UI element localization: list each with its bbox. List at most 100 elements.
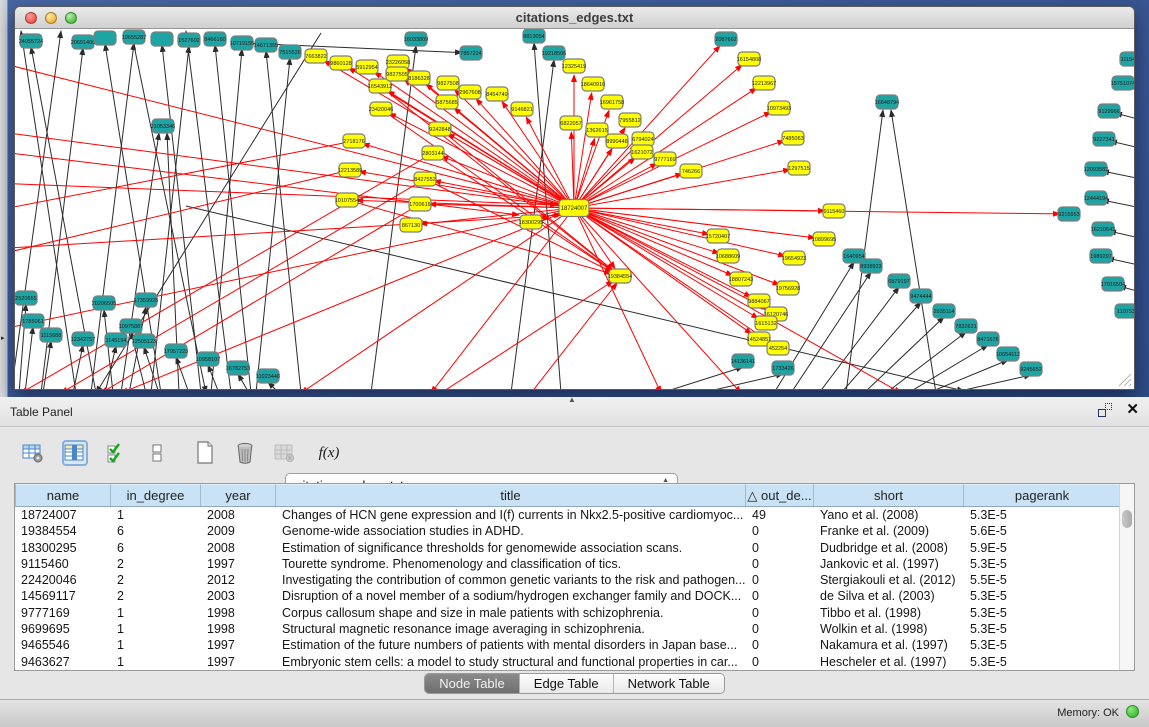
column-header-title[interactable]: title [276,484,746,507]
graph-edge[interactable] [301,208,574,389]
table-row[interactable]: 969969511998Structural magnetic resonanc… [15,621,1119,637]
graph-edge[interactable] [928,360,1008,389]
graph-edge[interactable] [791,272,871,389]
graph-node[interactable]: 1785061 [22,314,44,328]
graph-edge[interactable] [15,215,561,249]
graph-node[interactable]: 867130 [400,218,422,232]
graph-node[interactable]: 10654112 [996,347,1020,361]
graph-node[interactable]: 7832621 [955,319,977,333]
table-row[interactable]: 946554611997Estimation of the future num… [15,637,1119,653]
graph-node[interactable]: 8990448 [606,134,628,148]
graph-node[interactable]: 746266 [680,164,702,178]
memory-status-icon[interactable] [1126,705,1139,718]
graph-node[interactable]: 10107554 [335,193,359,207]
graph-node[interactable]: 8427552 [414,172,436,186]
graph-edge[interactable] [15,141,354,211]
table-row[interactable]: 911546021997Tourette syndrome. Phenomeno… [15,556,1119,572]
graph-edge[interactable] [211,49,242,389]
graph-node[interactable]: 12342757 [71,332,95,346]
graph-node[interactable]: 9215953 [1058,207,1080,221]
table-row[interactable]: 1938455462009Genome-wide association stu… [15,523,1119,539]
graph-edge[interactable] [25,327,33,389]
citation-graph[interactable]: 2405572420691406106552871527602846616010… [15,29,1134,389]
graph-node[interactable]: 11923448 [256,369,280,383]
graph-node[interactable]: 9827505 [386,67,408,81]
graph-node[interactable]: 7485063 [782,131,804,145]
graph-node[interactable]: 2520655 [15,291,37,305]
graph-node[interactable]: 7857224 [460,46,482,60]
select-all-icon[interactable] [104,440,130,466]
graph-node[interactable]: 18640910 [581,77,605,91]
graph-node[interactable]: 16782753 [226,361,250,375]
graph-edge[interactable] [574,141,784,208]
graph-node[interactable]: 6822057 [560,116,582,130]
graph-node[interactable]: 9860128 [330,56,352,70]
graph-node[interactable]: 16210643 [1091,222,1115,236]
graph-node[interactable]: 8466160 [204,32,226,46]
delete-table-icon[interactable] [232,440,258,466]
table-row[interactable]: 946362711997Embryonic stem cells: a mode… [15,654,1119,670]
graph-edge[interactable] [431,208,574,389]
graph-edge[interactable] [381,109,613,271]
graph-node[interactable]: 1115408 [1120,52,1134,66]
tab-node-table[interactable]: Node Table [425,674,519,693]
graph-node[interactable]: 9242848 [429,122,451,136]
graph-edge[interactable] [15,208,574,331]
graph-node[interactable]: 15720407 [706,229,730,243]
graph-node[interactable]: 12444194 [1084,191,1108,205]
float-window-icon[interactable] [1098,403,1112,417]
graph-node[interactable]: 17957223 [164,344,188,358]
graph-node[interactable]: 10719155 [230,36,254,50]
graph-node[interactable]: 16154808 [737,52,761,66]
column-header-year[interactable]: year [201,484,276,507]
graph-node[interactable]: 1615132 [755,316,777,330]
graph-node[interactable]: 9474444 [910,289,932,303]
graph-edge[interactable] [531,283,617,389]
vertical-scrollbar[interactable] [1119,484,1134,670]
graph-node[interactable] [94,31,116,45]
graph-node[interactable]: 1362615 [586,123,608,137]
graph-edge[interactable] [15,170,350,256]
graph-node[interactable]: 1145194 [105,333,127,347]
graph-node[interactable]: 9777169 [654,152,676,166]
graph-node[interactable] [151,32,173,46]
clear-selection-icon[interactable] [144,440,170,466]
graph-node[interactable]: 9129966 [1098,104,1120,118]
graph-node[interactable]: 2803144 [422,146,444,160]
close-panel-icon[interactable]: ✕ [1126,403,1139,417]
graph-edge[interactable] [121,133,159,389]
graph-node[interactable]: 8186328 [408,71,430,85]
hub-node[interactable]: 18724007 [559,200,589,217]
graph-node[interactable]: 1989297 [1090,249,1112,263]
window-titlebar[interactable]: citations_edges.txt [15,7,1134,29]
graph-node[interactable]: 8938923 [860,259,882,273]
graph-edge[interactable] [15,61,574,208]
graph-node[interactable]: 10899695 [812,232,836,246]
graph-node[interactable]: 1700616 [409,197,431,211]
graph-node[interactable]: 9115460 [823,204,845,218]
graph-edge[interactable] [574,208,785,256]
graph-edge[interactable] [266,51,301,389]
graph-node[interactable]: 6879197 [888,274,910,288]
graph-node[interactable]: 10975887 [119,319,143,333]
graph-node[interactable]: 10688609 [716,249,740,263]
resize-grip-icon[interactable] [1118,373,1132,387]
graph-node[interactable]: 7663822 [305,49,327,63]
tab-network-table[interactable]: Network Table [613,674,724,693]
column-header-name[interactable]: name [15,484,111,507]
show-columns-icon[interactable] [62,440,88,466]
table-row[interactable]: 977716911998Corpus callosum shape and si… [15,605,1119,621]
graph-edge[interactable] [441,281,613,389]
function-builder-icon[interactable]: f(x) [316,440,342,466]
graph-edge[interactable] [819,287,899,389]
graph-edge[interactable] [441,156,574,208]
graph-edge[interactable] [574,208,1060,214]
graph-node[interactable]: 16961758 [600,95,624,109]
graph-node[interactable]: 1297515 [788,161,810,175]
graph-node[interactable]: 8454749 [486,87,508,101]
graph-node[interactable]: 6794024 [632,132,654,146]
graph-node[interactable]: 19654923 [782,251,806,265]
graph-node[interactable]: 2935114 [933,304,955,318]
graph-node[interactable]: 9884067 [748,294,770,308]
graph-edge[interactable] [359,172,574,208]
